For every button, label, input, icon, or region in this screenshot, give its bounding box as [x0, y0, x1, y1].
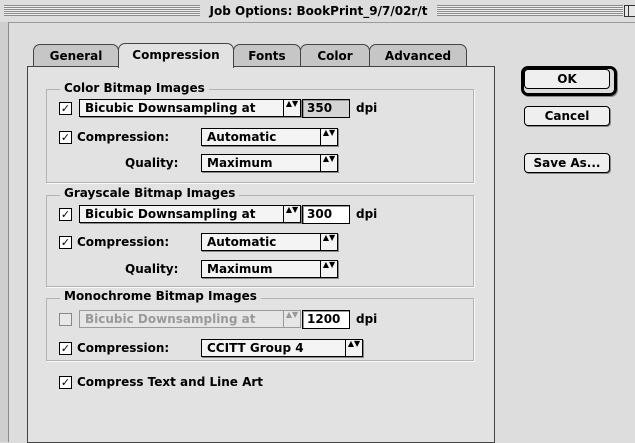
check-icon: ✓	[60, 376, 71, 389]
title-bar-stripes-right	[437, 5, 623, 16]
compress-text-label: Compress Text and Line Art	[77, 375, 264, 389]
monochrome-compression-label: Compression:	[77, 341, 170, 355]
compression-panel: Color Bitmap Images ✓ Bicubic Downsampli…	[27, 66, 495, 443]
grayscale-bitmap-title: Grayscale Bitmap Images	[60, 186, 240, 200]
tab-advanced-label: Advanced	[384, 49, 452, 63]
tab-compression-label: Compression	[132, 48, 220, 62]
cancel-button[interactable]: Cancel	[524, 106, 610, 126]
grayscale-quality-label: Quality:	[125, 262, 179, 276]
monochrome-dpi-label: dpi	[356, 312, 378, 326]
tab-general-label: General	[49, 49, 103, 63]
tab-fonts-label: Fonts	[248, 49, 286, 63]
grayscale-downsample-checkbox[interactable]: ✓	[59, 208, 72, 221]
cancel-button-label: Cancel	[544, 109, 590, 123]
save-as-button[interactable]: Save As...	[524, 153, 610, 173]
color-quality-value: Maximum	[207, 156, 273, 170]
tab-fonts[interactable]: Fonts	[233, 44, 301, 67]
color-dpi-label: dpi	[356, 101, 378, 115]
tab-color[interactable]: Color	[300, 44, 370, 67]
monochrome-resolution-field[interactable]: 1200	[302, 310, 350, 329]
color-compression-popup[interactable]: Automatic ▲▼	[201, 128, 338, 146]
color-quality-label: Quality:	[125, 156, 179, 170]
grayscale-resolution-field[interactable]: 300	[302, 205, 350, 224]
popup-arrows-icon: ▲▼	[320, 261, 337, 277]
grayscale-downsample-popup[interactable]: Bicubic Downsampling at ▲▼	[79, 205, 301, 223]
title-bar[interactable]: Job Options: BookPrint_9/7/02r/t	[0, 0, 635, 23]
color-downsample-value: Bicubic Downsampling at	[85, 101, 256, 115]
popup-arrows-icon: ▲▼	[345, 340, 362, 356]
check-icon: ✓	[60, 236, 71, 249]
grayscale-dpi-label: dpi	[356, 207, 378, 221]
grayscale-compression-value: Automatic	[207, 235, 277, 249]
job-options-window: Job Options: BookPrint_9/7/02r/t General…	[0, 0, 635, 443]
grayscale-compression-popup[interactable]: Automatic ▲▼	[201, 233, 338, 251]
collapse-box-icon[interactable]	[624, 5, 635, 17]
ok-button[interactable]: OK	[524, 69, 610, 89]
check-icon: ✓	[60, 131, 71, 144]
popup-arrows-icon: ▲▼	[320, 129, 337, 145]
popup-arrows-icon: ▲▼	[283, 311, 300, 327]
color-downsample-checkbox[interactable]: ✓	[59, 102, 72, 115]
popup-arrows-icon: ▲▼	[320, 234, 337, 250]
window-left-edge	[0, 22, 9, 442]
grayscale-compression-checkbox[interactable]: ✓	[59, 236, 72, 249]
monochrome-compression-checkbox[interactable]: ✓	[59, 342, 72, 355]
grayscale-quality-value: Maximum	[207, 262, 273, 276]
grayscale-compression-label: Compression:	[77, 235, 170, 249]
title-bar-stripes-left	[4, 5, 200, 16]
tab-advanced[interactable]: Advanced	[369, 44, 467, 67]
ok-button-label: OK	[557, 72, 577, 86]
check-icon: ✓	[60, 102, 71, 115]
monochrome-downsample-popup[interactable]: Bicubic Downsampling at ▲▼	[79, 310, 301, 328]
grayscale-quality-popup[interactable]: Maximum ▲▼	[201, 260, 338, 278]
monochrome-compression-value: CCITT Group 4	[207, 341, 304, 355]
check-icon: ✓	[60, 208, 71, 221]
tab-compression[interactable]: Compression	[118, 43, 234, 68]
check-icon: ✓	[60, 342, 71, 355]
tab-general[interactable]: General	[33, 44, 119, 67]
monochrome-resolution-value: 1200	[307, 312, 341, 326]
popup-arrows-icon: ▲▼	[320, 155, 337, 171]
monochrome-compression-popup[interactable]: CCITT Group 4 ▲▼	[201, 339, 363, 357]
window-title: Job Options: BookPrint_9/7/02r/t	[202, 2, 435, 20]
monochrome-downsample-value: Bicubic Downsampling at	[85, 312, 256, 326]
tab-color-label: Color	[317, 49, 353, 63]
color-compression-label: Compression:	[77, 130, 170, 144]
grayscale-resolution-value: 300	[307, 207, 333, 221]
compress-text-checkbox[interactable]: ✓	[59, 376, 72, 389]
monochrome-bitmap-title: Monochrome Bitmap Images	[60, 289, 261, 303]
popup-arrows-icon: ▲▼	[283, 100, 300, 116]
color-resolution-field[interactable]: 350	[302, 99, 350, 118]
color-downsample-popup[interactable]: Bicubic Downsampling at ▲▼	[79, 99, 301, 117]
color-bitmap-title: Color Bitmap Images	[60, 81, 209, 95]
color-quality-popup[interactable]: Maximum ▲▼	[201, 154, 338, 172]
grayscale-downsample-value: Bicubic Downsampling at	[85, 207, 256, 221]
color-compression-value: Automatic	[207, 130, 277, 144]
monochrome-downsample-checkbox[interactable]	[59, 313, 72, 326]
popup-arrows-icon: ▲▼	[283, 206, 300, 222]
color-compression-checkbox[interactable]: ✓	[59, 131, 72, 144]
color-resolution-value: 350	[307, 101, 333, 115]
save-as-button-label: Save As...	[533, 156, 601, 170]
